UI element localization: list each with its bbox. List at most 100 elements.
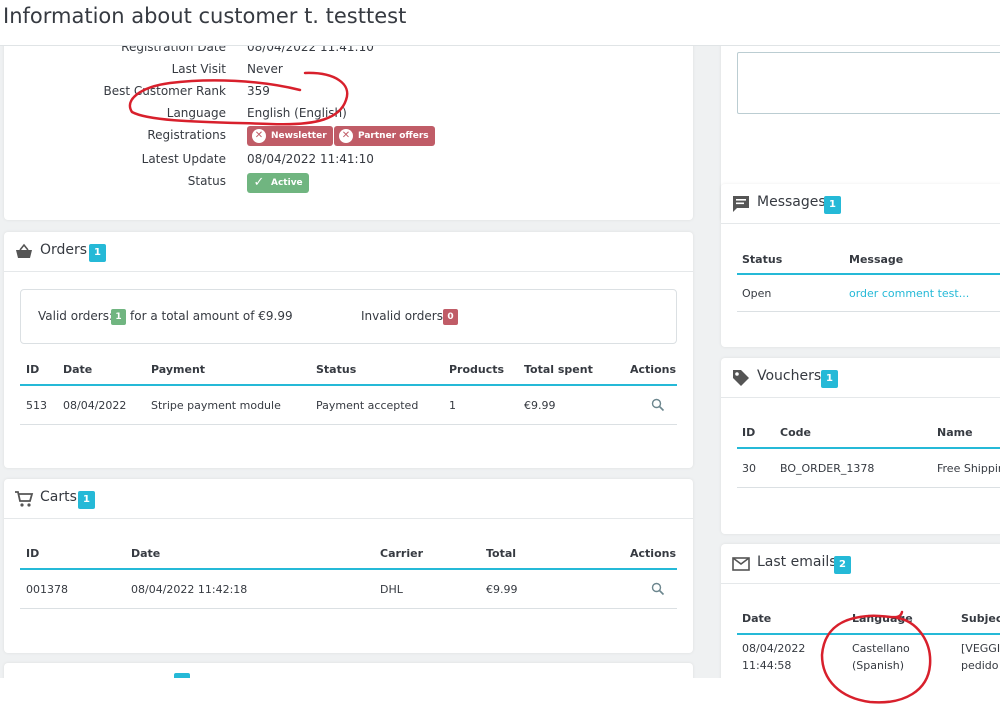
email-subject: [VEGGIE <box>961 642 1000 655</box>
table-row[interactable]: 001378 08/04/2022 11:42:18 DHL €9.99 <box>20 570 677 608</box>
registration-date-label: Registration Date <box>121 46 226 54</box>
vouchers-count-badge: 1 <box>821 370 838 388</box>
order-status: Payment accepted <box>316 399 419 412</box>
last-emails-count-badge: 2 <box>834 556 851 574</box>
vouchers-col-code: Code <box>780 426 811 439</box>
carts-col-carrier: Carrier <box>380 547 424 560</box>
email-language-detail: (Spanish) <box>852 659 905 672</box>
partner-offers-tag-label: Partner offers <box>358 131 429 141</box>
status-active-tag: ✓ Active <box>247 173 309 193</box>
language-label: Language <box>166 106 226 120</box>
registrations-label: Registrations <box>147 128 226 142</box>
email-subject-cont: pedido <box>961 659 999 672</box>
table-row[interactable]: Open order comment test... <box>737 275 1000 311</box>
message-status: Open <box>742 287 772 300</box>
close-icon: ✕ <box>252 129 266 143</box>
carts-col-id: ID <box>26 547 40 560</box>
invalid-orders-label: Invalid orders: <box>361 309 447 323</box>
orders-col-products: Products <box>449 363 505 376</box>
email-date: 08/04/2022 <box>742 642 806 655</box>
carts-title: Carts <box>40 489 77 505</box>
order-date: 08/04/2022 <box>63 399 127 412</box>
emails-col-language: Language <box>852 612 913 625</box>
orders-summary-box: Valid orders: 1 for a total amount of €9… <box>20 289 677 344</box>
carts-count-badge: 1 <box>78 491 95 509</box>
partner-offers-tag: ✕ Partner offers <box>334 126 435 146</box>
voucher-name: Free Shipping <box>937 462 1000 475</box>
search-icon[interactable] <box>651 582 665 596</box>
carts-header: Carts 1 <box>4 479 693 519</box>
registration-date-value: 08/04/2022 11:41:10 <box>247 46 374 54</box>
orders-col-date: Date <box>63 363 93 376</box>
orders-row-divider <box>20 424 677 425</box>
vouchers-title: Vouchers <box>757 368 822 384</box>
status-active-label: Active <box>271 178 303 188</box>
page-header: Information about customer t. testtest <box>0 0 1000 46</box>
cart-id: 001378 <box>26 583 68 596</box>
order-total: €9.99 <box>524 399 556 412</box>
last-visit-label: Last Visit <box>171 62 226 76</box>
last-emails-header: Last emails 2 <box>721 544 1000 584</box>
latest-update-value: 08/04/2022 11:41:10 <box>247 152 374 166</box>
vouchers-header: Vouchers 1 <box>721 358 1000 398</box>
table-row[interactable]: 513 08/04/2022 Stripe payment module Pay… <box>20 386 677 424</box>
latest-update-label: Latest Update <box>141 152 226 166</box>
search-icon[interactable] <box>651 398 665 412</box>
orders-col-actions: Actions <box>630 363 676 376</box>
content-area: Registration Date 08/04/2022 11:41:10 La… <box>0 46 1000 678</box>
order-products: 1 <box>449 399 456 412</box>
check-icon: ✓ <box>253 175 265 190</box>
message-link[interactable]: order comment test... <box>849 287 969 300</box>
email-language: Castellano <box>852 642 910 655</box>
table-row[interactable]: 30 BO_ORDER_1378 Free Shipping <box>737 449 1000 487</box>
voucher-id: 30 <box>742 462 756 475</box>
orders-col-total: Total spent <box>524 363 593 376</box>
close-icon: ✕ <box>339 129 353 143</box>
mail-icon <box>732 557 750 571</box>
valid-orders-label: Valid orders: <box>38 309 114 323</box>
vouchers-row-divider <box>737 487 1000 488</box>
carts-col-actions: Actions <box>630 547 676 560</box>
cart-icon <box>15 491 34 507</box>
cart-carrier: DHL <box>380 583 403 596</box>
customer-info-panel: Registration Date 08/04/2022 11:41:10 La… <box>4 46 693 220</box>
best-rank-value: 359 <box>247 84 270 98</box>
carts-panel: Carts 1 ID Date Carrier Total Actions 00… <box>4 479 693 653</box>
last-emails-title: Last emails <box>757 554 837 570</box>
voucher-code: BO_ORDER_1378 <box>780 462 875 475</box>
orders-title: Orders <box>40 242 88 258</box>
best-rank-label: Best Customer Rank <box>103 84 226 98</box>
emails-col-subject: Subject <box>961 612 1000 625</box>
next-panel <box>4 663 693 678</box>
orders-panel: Orders 1 Valid orders: 1 for a total amo… <box>4 232 693 468</box>
status-label: Status <box>187 174 226 188</box>
emails-col-date: Date <box>742 612 772 625</box>
invalid-orders-count: 0 <box>443 309 458 325</box>
table-row[interactable]: 08/04/2022 11:44:58 Castellano (Spanish)… <box>737 635 1000 678</box>
basket-icon <box>16 243 32 258</box>
messages-header: Messages 1 <box>721 184 1000 224</box>
order-id: 513 <box>26 399 47 412</box>
order-payment: Stripe payment module <box>151 399 281 412</box>
carts-col-date: Date <box>131 547 161 560</box>
last-visit-value: Never <box>247 62 283 76</box>
orders-col-status: Status <box>316 363 357 376</box>
language-value: English (English) <box>247 106 347 120</box>
private-note-textarea[interactable] <box>737 52 1000 114</box>
next-panel-count-badge <box>174 673 190 678</box>
orders-col-id: ID <box>26 363 40 376</box>
messages-count-badge: 1 <box>824 196 841 214</box>
carts-col-total: Total <box>486 547 517 560</box>
cart-date: 08/04/2022 11:42:18 <box>131 583 248 596</box>
newsletter-tag: ✕ Newsletter <box>247 126 333 146</box>
newsletter-tag-label: Newsletter <box>271 131 327 141</box>
orders-col-payment: Payment <box>151 363 206 376</box>
page-title: Information about customer t. testtest <box>3 4 407 28</box>
vouchers-col-id: ID <box>742 426 756 439</box>
valid-orders-total: for a total amount of €9.99 <box>130 309 293 323</box>
vouchers-panel: Vouchers 1 ID Code Name 30 BO_ORDER_1378… <box>721 358 1000 534</box>
carts-row-divider <box>20 608 677 609</box>
cart-total: €9.99 <box>486 583 518 596</box>
orders-header: Orders 1 <box>4 232 693 272</box>
messages-title: Messages <box>757 194 826 210</box>
